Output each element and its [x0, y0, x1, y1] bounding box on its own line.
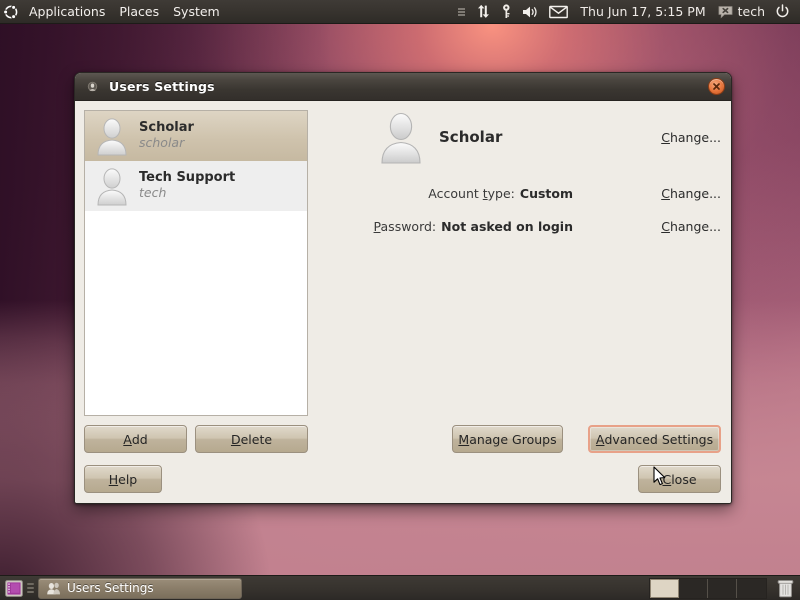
change-name-rest: hange... — [669, 129, 721, 145]
window-content: Scholar scholar Tech Support tech Schola… — [75, 101, 731, 503]
help-button[interactable]: Help — [84, 465, 162, 493]
key-icon[interactable] — [496, 0, 517, 24]
list-item[interactable]: Tech Support tech — [85, 161, 307, 211]
password-value: Not asked on login — [441, 219, 573, 234]
account-type-row: Account type: Custom Change... — [323, 186, 721, 201]
help-button-label-rest: elp — [118, 471, 138, 487]
user-login: scholar — [139, 135, 185, 151]
panel-grip-handle[interactable] — [27, 580, 34, 597]
advanced-settings-button[interactable]: Advanced Settings — [588, 425, 721, 453]
close-button[interactable]: Close — [638, 465, 721, 493]
advanced-settings-label-rest: dvanced Settings — [604, 431, 714, 447]
show-desktop-icon[interactable] — [3, 578, 25, 599]
account-type-label-suffix: ype: — [487, 186, 515, 201]
password-row: Password: Not asked on login Change... — [323, 219, 721, 234]
user-fullname: Tech Support — [139, 170, 236, 186]
user-login: tech — [139, 185, 167, 201]
account-details-pane: Scholar Change... Account type: Custom Ch… — [323, 110, 721, 246]
delete-button-label-rest: elete — [240, 431, 273, 447]
change-account-type-link[interactable]: Change... — [661, 186, 721, 201]
close-button-mnemonic: C — [662, 471, 672, 487]
change-account-type-mnemonic: C — [661, 186, 670, 201]
window-close-button[interactable] — [708, 78, 725, 95]
taskbar-item-label: Users Settings — [67, 581, 154, 595]
menu-system[interactable]: System — [166, 0, 227, 24]
window-title: Users Settings — [109, 79, 215, 94]
add-user-button[interactable]: Add — [84, 425, 187, 453]
user-list[interactable]: Scholar scholar Tech Support tech — [84, 110, 308, 416]
power-icon[interactable] — [770, 0, 795, 24]
window-titlebar[interactable]: Users Settings — [75, 73, 731, 101]
bottom-panel: Users Settings — [0, 575, 800, 600]
panel-username[interactable]: tech — [738, 4, 770, 19]
workspace-1[interactable] — [650, 578, 679, 598]
account-header-row: Scholar Change... — [323, 110, 721, 164]
workspace-4[interactable] — [737, 578, 766, 598]
top-panel-tray: Thu Jun 17, 5:15 PM tech — [452, 0, 800, 23]
add-button-mnemonic: A — [123, 431, 132, 447]
ubuntu-logo-icon[interactable] — [0, 0, 22, 24]
add-button-label-rest: dd — [131, 431, 148, 447]
user-avatar-icon — [93, 116, 131, 156]
users-settings-window: Users Settings Scholar scholar Tech Supp… — [74, 72, 732, 504]
delete-button-mnemonic: D — [230, 431, 241, 447]
change-name-link[interactable]: Change... — [661, 130, 721, 145]
panel-clock[interactable]: Thu Jun 17, 5:15 PM — [573, 4, 712, 19]
user-avatar-icon — [93, 166, 131, 206]
manage-groups-button[interactable]: Manage Groups — [452, 425, 563, 453]
list-lines-icon[interactable] — [452, 0, 471, 24]
user-fullname: Scholar — [139, 120, 194, 136]
account-type-label-prefix: Account — [428, 186, 483, 201]
menu-places[interactable]: Places — [112, 0, 166, 24]
manage-groups-mnemonic: M — [458, 431, 470, 447]
users-settings-icon — [45, 580, 61, 596]
menu-applications[interactable]: Applications — [22, 0, 112, 24]
advanced-settings-mnemonic: A — [595, 431, 605, 447]
workspace-switcher[interactable] — [649, 577, 767, 599]
trash-icon[interactable] — [773, 578, 797, 599]
change-password-rest: hange... — [669, 219, 721, 234]
password-label-suffix: assword: — [380, 219, 437, 234]
speaker-icon[interactable] — [517, 0, 544, 24]
workspace-3[interactable] — [708, 578, 737, 598]
manage-groups-label-rest: anage Groups — [469, 431, 557, 447]
workspace-2[interactable] — [679, 578, 708, 598]
change-name-mnemonic: C — [661, 129, 670, 145]
taskbar-item-users-settings[interactable]: Users Settings — [38, 577, 242, 599]
account-type-value: Custom — [519, 186, 573, 201]
account-type-label-group: Account type: Custom — [323, 186, 573, 201]
presence-offline-icon[interactable] — [713, 0, 738, 24]
list-item[interactable]: Scholar scholar — [85, 111, 307, 161]
envelope-icon[interactable] — [544, 0, 573, 24]
change-account-type-rest: hange... — [669, 186, 721, 201]
delete-user-button[interactable]: Delete — [195, 425, 308, 453]
bottom-panel-right-group — [649, 576, 797, 600]
change-password-mnemonic: C — [661, 219, 670, 234]
password-mnemonic: P — [373, 219, 381, 234]
users-settings-icon — [84, 79, 100, 95]
password-label-group: Password: Not asked on login — [323, 219, 573, 234]
up-down-arrows-icon[interactable] — [471, 0, 496, 24]
top-panel-left-group: Applications Places System — [0, 0, 227, 23]
user-avatar-icon[interactable] — [375, 110, 427, 164]
desktop-screen: Applications Places System Thu Jun 17, 5… — [0, 0, 800, 600]
account-name: Scholar — [439, 128, 503, 146]
close-button-label-rest: lose — [671, 471, 697, 487]
top-panel: Applications Places System Thu Jun 17, 5… — [0, 0, 800, 24]
help-button-mnemonic: H — [108, 471, 119, 487]
list-item-text: Scholar scholar — [139, 120, 194, 151]
list-item-text: Tech Support tech — [139, 170, 236, 201]
change-password-link[interactable]: Change... — [661, 219, 721, 234]
